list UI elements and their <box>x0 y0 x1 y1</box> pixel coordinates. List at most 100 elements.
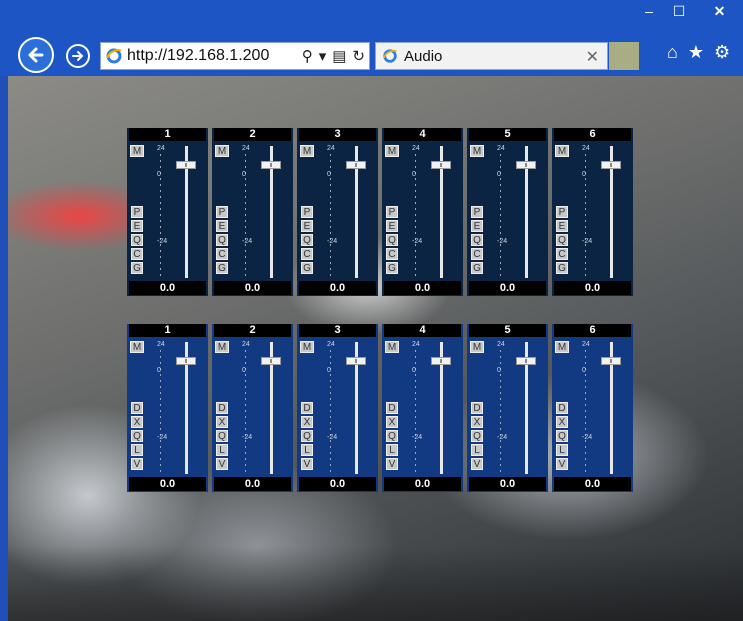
section-button-q[interactable]: Q <box>131 430 143 442</box>
search-icon[interactable]: ⚲ <box>302 47 313 65</box>
section-button-p[interactable]: P <box>556 206 568 218</box>
fader-handle[interactable] <box>516 357 536 365</box>
section-button-p[interactable]: P <box>471 206 483 218</box>
fader-handle[interactable] <box>431 161 451 169</box>
back-arrow-icon[interactable] <box>18 37 54 73</box>
section-button-d[interactable]: D <box>471 402 483 414</box>
section-button-p[interactable]: P <box>131 206 143 218</box>
section-button-x[interactable]: X <box>386 416 398 428</box>
section-button-g[interactable]: G <box>386 262 398 274</box>
mute-button[interactable]: M <box>555 341 569 353</box>
section-button-x[interactable]: X <box>131 416 143 428</box>
mute-button[interactable]: M <box>470 145 484 157</box>
section-button-l[interactable]: L <box>471 444 483 456</box>
section-button-c[interactable]: C <box>301 248 313 260</box>
home-icon[interactable]: ⌂ <box>667 42 678 63</box>
section-button-l[interactable]: L <box>556 444 568 456</box>
section-button-p[interactable]: P <box>301 206 313 218</box>
address-bar[interactable]: http://192.168.1.200 ⚲ ▾ ▤ ↻ <box>100 42 370 70</box>
section-button-v[interactable]: V <box>216 458 228 470</box>
section-button-q[interactable]: Q <box>301 234 313 246</box>
section-button-g[interactable]: G <box>216 262 228 274</box>
section-button-v[interactable]: V <box>131 458 143 470</box>
favorites-icon[interactable]: ★ <box>688 42 704 63</box>
section-button-p[interactable]: P <box>216 206 228 218</box>
fader-handle[interactable] <box>176 161 196 169</box>
tab-audio[interactable]: Audio ✕ <box>375 42 608 70</box>
fader-handle[interactable] <box>261 357 281 365</box>
dropdown-icon[interactable]: ▾ <box>319 47 327 65</box>
section-button-x[interactable]: X <box>471 416 483 428</box>
section-button-q[interactable]: Q <box>471 430 483 442</box>
mute-button[interactable]: M <box>130 145 144 157</box>
section-button-d[interactable]: D <box>386 402 398 414</box>
mute-button[interactable]: M <box>215 341 229 353</box>
section-button-q[interactable]: Q <box>131 234 143 246</box>
settings-icon[interactable]: ⚙ <box>714 42 730 63</box>
section-button-e[interactable]: E <box>216 220 228 232</box>
section-button-q[interactable]: Q <box>216 234 228 246</box>
section-button-x[interactable]: X <box>301 416 313 428</box>
url-text[interactable]: http://192.168.1.200 <box>127 47 269 65</box>
refresh-icon[interactable]: ↻ <box>352 47 365 65</box>
mute-button[interactable]: M <box>385 145 399 157</box>
fader-handle[interactable] <box>346 357 366 365</box>
section-button-c[interactable]: C <box>131 248 143 260</box>
section-button-c[interactable]: C <box>471 248 483 260</box>
fader-handle[interactable] <box>176 357 196 365</box>
section-button-q[interactable]: Q <box>301 430 313 442</box>
section-button-g[interactable]: G <box>556 262 568 274</box>
mute-button[interactable]: M <box>385 341 399 353</box>
section-button-e[interactable]: E <box>471 220 483 232</box>
section-button-l[interactable]: L <box>386 444 398 456</box>
new-tab-button[interactable] <box>609 42 639 70</box>
mute-button[interactable]: M <box>470 341 484 353</box>
section-button-g[interactable]: G <box>131 262 143 274</box>
section-button-e[interactable]: E <box>556 220 568 232</box>
section-button-c[interactable]: C <box>216 248 228 260</box>
compat-icon[interactable]: ▤ <box>332 47 346 65</box>
mute-button[interactable]: M <box>130 341 144 353</box>
section-button-p[interactable]: P <box>386 206 398 218</box>
fader-handle[interactable] <box>516 161 536 169</box>
section-button-v[interactable]: V <box>386 458 398 470</box>
section-button-e[interactable]: E <box>301 220 313 232</box>
section-button-e[interactable]: E <box>131 220 143 232</box>
fader-handle[interactable] <box>601 357 621 365</box>
fader-handle[interactable] <box>346 161 366 169</box>
mute-button[interactable]: M <box>215 145 229 157</box>
maximize-button[interactable]: ☐ <box>666 0 692 22</box>
section-button-d[interactable]: D <box>556 402 568 414</box>
close-button[interactable]: ✕ <box>696 0 743 22</box>
section-button-l[interactable]: L <box>301 444 313 456</box>
minimize-button[interactable]: – <box>636 0 662 22</box>
section-button-d[interactable]: D <box>216 402 228 414</box>
mute-button[interactable]: M <box>300 341 314 353</box>
mute-button[interactable]: M <box>300 145 314 157</box>
section-button-v[interactable]: V <box>471 458 483 470</box>
section-button-q[interactable]: Q <box>386 430 398 442</box>
mute-button[interactable]: M <box>555 145 569 157</box>
tab-close-icon[interactable]: ✕ <box>586 47 599 67</box>
section-button-c[interactable]: C <box>386 248 398 260</box>
section-button-x[interactable]: X <box>216 416 228 428</box>
section-button-l[interactable]: L <box>216 444 228 456</box>
section-button-g[interactable]: G <box>471 262 483 274</box>
section-button-q[interactable]: Q <box>556 430 568 442</box>
section-button-q[interactable]: Q <box>216 430 228 442</box>
section-button-x[interactable]: X <box>556 416 568 428</box>
section-button-q[interactable]: Q <box>386 234 398 246</box>
section-button-q[interactable]: Q <box>556 234 568 246</box>
section-button-c[interactable]: C <box>556 248 568 260</box>
forward-arrow-icon[interactable] <box>66 44 90 68</box>
section-button-g[interactable]: G <box>301 262 313 274</box>
section-button-l[interactable]: L <box>131 444 143 456</box>
section-button-v[interactable]: V <box>301 458 313 470</box>
fader-handle[interactable] <box>431 357 451 365</box>
fader-handle[interactable] <box>601 161 621 169</box>
section-button-e[interactable]: E <box>386 220 398 232</box>
section-button-d[interactable]: D <box>131 402 143 414</box>
fader-handle[interactable] <box>261 161 281 169</box>
section-button-q[interactable]: Q <box>471 234 483 246</box>
section-button-d[interactable]: D <box>301 402 313 414</box>
